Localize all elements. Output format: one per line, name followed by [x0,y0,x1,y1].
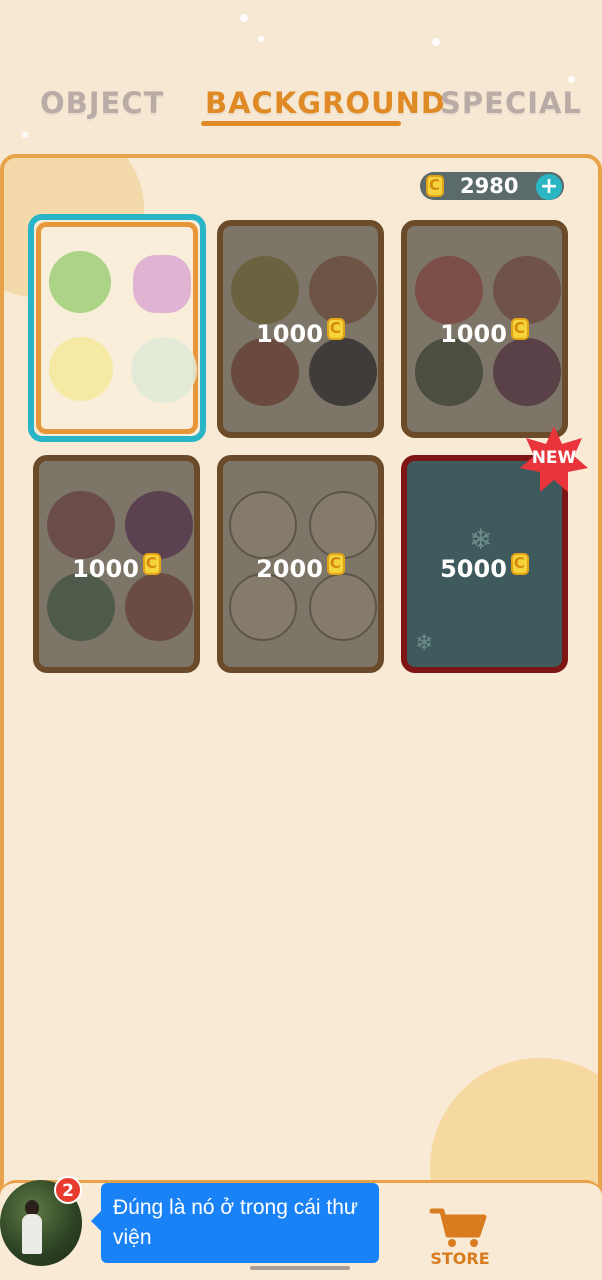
background-card-candy[interactable]: 1000 [401,220,568,438]
coin-icon [510,318,529,340]
background-card-fruits[interactable] [28,214,206,442]
new-badge: NEW [518,424,590,496]
background-card-balls[interactable]: 1000 [217,220,384,438]
coin-icon [510,553,529,575]
card-price: 1000 [440,320,507,348]
watermelon-icon [49,251,111,313]
home-indicator [250,1266,350,1270]
new-badge-label: NEW [531,448,577,468]
snowflake-icon: ❄ [469,523,493,556]
lemon-icon [49,337,113,401]
chat-message-bubble[interactable]: Đúng là nó ở trong cái thư viện [91,1183,379,1263]
coin-icon [326,553,345,575]
card-price: 1000 [256,320,323,348]
tab-object[interactable]: OBJECT [40,86,164,120]
card-price: 5000 [440,555,507,583]
coin-icon [326,318,345,340]
coin-icon [142,553,161,575]
tab-special[interactable]: SPECIAL [440,86,582,120]
store-label: STORE [430,1249,490,1268]
coin-icon [426,175,444,197]
melon-icon [131,337,197,403]
card-price: 1000 [72,555,139,583]
store-button[interactable]: STORE [428,1205,492,1269]
snowflake-icon: ❄ [415,631,434,656]
add-coins-button[interactable]: + [536,174,562,200]
chat-unread-badge: 2 [54,1176,82,1204]
grape-icon [133,255,191,313]
coin-amount: 2980 [460,174,519,198]
shopping-cart-icon [429,1208,487,1247]
background-card-cats[interactable]: 2000 [217,455,384,673]
background-card-dark-fruits[interactable]: 1000 [33,455,200,673]
selected-card-frame [36,222,198,434]
card-price: 2000 [256,555,323,583]
tab-background[interactable]: BACKGROUND [205,86,446,120]
active-tab-underline [201,121,401,126]
